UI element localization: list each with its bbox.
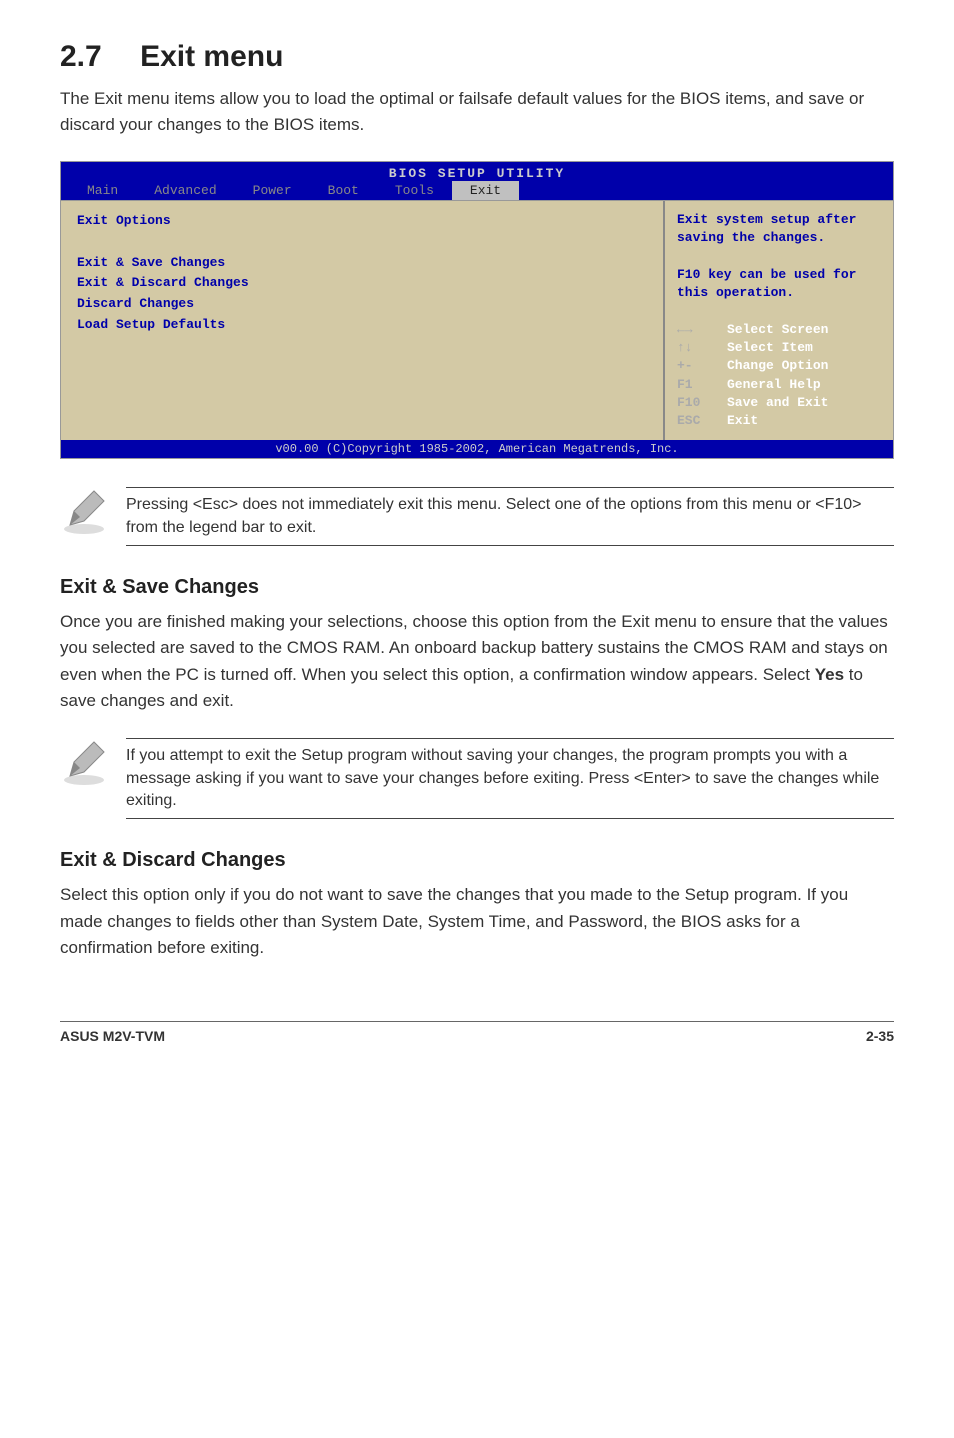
bios-tab-tools[interactable]: Tools xyxy=(377,181,452,200)
bios-left-header: Exit Options xyxy=(77,211,647,232)
legend-key: ESC xyxy=(677,412,727,430)
legend-key: F10 xyxy=(677,394,727,412)
section-bold: Yes xyxy=(815,665,844,684)
legend-desc: Select Screen xyxy=(727,321,828,339)
legend-key: ←→ xyxy=(677,321,727,339)
bios-title: BIOS SETUP UTILITY xyxy=(61,162,893,181)
legend-key: F1 xyxy=(677,376,727,394)
pencil-icon xyxy=(60,487,108,540)
bios-help-text: Exit system setup after saving the chang… xyxy=(677,211,881,321)
bios-help-line: Exit system setup after saving the chang… xyxy=(677,211,881,247)
bios-help-line: F10 key can be used for this operation. xyxy=(677,266,881,302)
bios-tab-advanced[interactable]: Advanced xyxy=(136,181,234,200)
bios-tab-main[interactable]: Main xyxy=(69,181,136,200)
bios-menu-item[interactable]: Exit & Save Changes xyxy=(77,253,647,274)
bios-menu-item[interactable]: Exit & Discard Changes xyxy=(77,273,647,294)
page-heading: 2.7 Exit menu xyxy=(60,40,894,74)
bios-tab-exit[interactable]: Exit xyxy=(452,181,519,200)
legend-key: +- xyxy=(677,357,727,375)
legend-desc: Save and Exit xyxy=(727,394,828,412)
legend-desc: Change Option xyxy=(727,357,828,375)
bios-tab-bar: Main Advanced Power Boot Tools Exit xyxy=(61,181,893,200)
footer-left: ASUS M2V-TVM xyxy=(60,1028,165,1044)
bios-legend: ←→Select Screen ↑↓Select Item +-Change O… xyxy=(677,321,881,430)
legend-desc: Select Item xyxy=(727,339,813,357)
legend-desc: Exit xyxy=(727,412,758,430)
section-body-part: Once you are finished making your select… xyxy=(60,612,888,684)
note-box: If you attempt to exit the Setup program… xyxy=(60,738,894,819)
bios-menu-item[interactable]: Discard Changes xyxy=(77,294,647,315)
note-text: Pressing <Esc> does not immediately exit… xyxy=(126,487,894,546)
section-body: Once you are finished making your select… xyxy=(60,609,894,714)
note-text: If you attempt to exit the Setup program… xyxy=(126,738,894,819)
footer-right: 2-35 xyxy=(866,1028,894,1044)
intro-text: The Exit menu items allow you to load th… xyxy=(60,86,894,137)
bios-footer: v00.00 (C)Copyright 1985-2002, American … xyxy=(61,440,893,458)
note-box: Pressing <Esc> does not immediately exit… xyxy=(60,487,894,546)
legend-desc: General Help xyxy=(727,376,821,394)
legend-key: ↑↓ xyxy=(677,339,727,357)
bios-menu-item[interactable]: Load Setup Defaults xyxy=(77,315,647,336)
bios-tab-power[interactable]: Power xyxy=(235,181,310,200)
bios-tab-boot[interactable]: Boot xyxy=(310,181,377,200)
bios-left-panel: Exit Options Exit & Save Changes Exit & … xyxy=(61,201,663,440)
heading-title: Exit menu xyxy=(140,40,283,73)
page-footer: ASUS M2V-TVM 2-35 xyxy=(60,1021,894,1044)
bios-right-panel: Exit system setup after saving the chang… xyxy=(663,201,893,440)
section-body: Select this option only if you do not wa… xyxy=(60,882,894,961)
heading-number: 2.7 xyxy=(60,40,102,73)
pencil-icon xyxy=(60,738,108,791)
section-heading: Exit & Discard Changes xyxy=(60,849,894,872)
section-heading: Exit & Save Changes xyxy=(60,576,894,599)
bios-screenshot: BIOS SETUP UTILITY Main Advanced Power B… xyxy=(60,161,894,459)
